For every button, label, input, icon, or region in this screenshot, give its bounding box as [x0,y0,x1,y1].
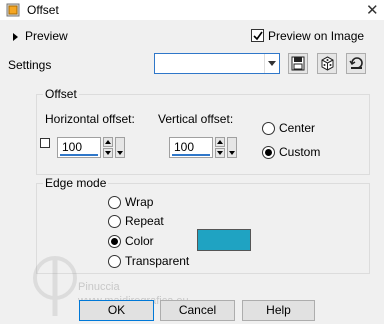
color-radio[interactable] [108,235,121,248]
focus-underline [60,154,98,156]
link-offsets-checkbox[interactable] [40,138,50,148]
reset-icon [349,57,363,69]
settings-dropdown[interactable] [154,53,280,74]
checkmark-icon [253,31,263,41]
repeat-radio[interactable] [108,215,121,228]
preview-on-image-checkbox[interactable] [251,29,264,42]
offset-group-title: Offset [43,87,79,101]
watermark-name: Pinuccia [78,281,120,293]
decrement-button[interactable] [215,148,225,158]
settings-label: Settings [8,58,52,72]
ok-button[interactable]: OK [79,300,154,321]
decrement-button[interactable] [103,148,113,158]
vertical-offset-value: 100 [174,140,195,154]
increment-button[interactable] [215,137,225,147]
horizontal-offset-input[interactable]: 100 [57,137,101,158]
help-button[interactable]: Help [242,300,315,321]
focus-underline [172,154,210,156]
dice-icon [321,56,334,71]
chevron-down-icon[interactable] [264,54,279,73]
transparent-label[interactable]: Transparent [125,254,189,268]
custom-label[interactable]: Custom [279,145,320,159]
preview-toggle[interactable]: Preview [25,29,68,43]
center-label[interactable]: Center [279,121,315,135]
vertical-offset-label: Vertical offset: [158,112,234,126]
wrap-radio[interactable] [108,196,121,209]
horizontal-offset-slider-button[interactable] [115,137,125,158]
title-bar: Offset ✕ [0,0,384,20]
preview-on-image-label[interactable]: Preview on Image [268,29,364,43]
vertical-offset-stepper[interactable] [215,137,225,158]
center-radio[interactable] [262,122,275,135]
increment-button[interactable] [103,137,113,147]
offset-group [36,94,370,175]
horizontal-offset-stepper[interactable] [103,137,113,158]
horizontal-offset-label: Horizontal offset: [45,112,135,126]
app-icon [6,3,20,17]
expand-triangle-icon[interactable] [13,33,18,41]
reset-button[interactable] [346,53,366,74]
color-label[interactable]: Color [125,234,154,248]
wrap-label[interactable]: Wrap [125,195,153,209]
slider-popup-button[interactable] [115,137,125,158]
save-preset-button[interactable] [288,53,308,74]
floppy-disk-icon [291,56,305,71]
window-title: Offset [27,3,59,17]
cancel-button[interactable]: Cancel [160,300,235,321]
horizontal-offset-value: 100 [62,140,83,154]
vertical-offset-input[interactable]: 100 [169,137,213,158]
close-icon[interactable]: ✕ [366,1,379,19]
randomize-button[interactable] [317,53,337,74]
repeat-label[interactable]: Repeat [125,214,164,228]
vertical-offset-slider-button[interactable] [227,137,237,158]
edge-mode-group-title: Edge mode [43,176,109,190]
transparent-radio[interactable] [108,255,121,268]
custom-radio[interactable] [262,146,275,159]
edge-color-swatch[interactable] [197,229,251,251]
slider-popup-button[interactable] [227,137,237,158]
